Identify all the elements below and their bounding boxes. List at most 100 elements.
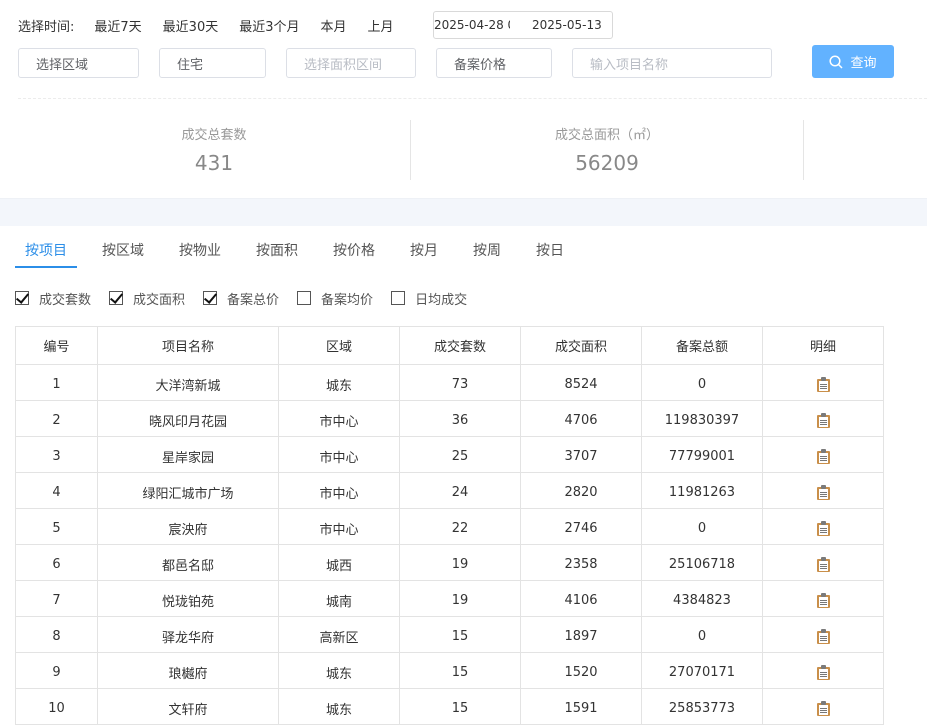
cell-area: 4706: [520, 400, 642, 437]
filter-divider: [18, 98, 927, 99]
time-filter-label: 选择时间:: [18, 19, 75, 35]
toggle-avg-price[interactable]: 备案均价: [297, 289, 373, 308]
col-header-id: 编号: [15, 326, 98, 365]
cell-region: 市中心: [278, 508, 400, 545]
tab-by-week[interactable]: 按周: [463, 240, 511, 268]
cell-detail: [762, 688, 884, 725]
clipboard-icon[interactable]: [816, 665, 830, 680]
cell-total: 77799001: [641, 436, 763, 473]
toggle-total-price[interactable]: 备案总价: [203, 289, 279, 308]
checkbox[interactable]: [297, 291, 312, 305]
tab-by-area[interactable]: 按面积: [246, 240, 308, 268]
clipboard-icon[interactable]: [816, 557, 830, 572]
tab-by-project[interactable]: 按项目: [15, 240, 77, 268]
checkbox[interactable]: [391, 291, 406, 305]
time-option-3months[interactable]: 最近3个月: [239, 16, 299, 35]
stat-divider: [803, 120, 804, 180]
tab-by-price[interactable]: 按价格: [323, 240, 385, 268]
checkbox[interactable]: [203, 291, 218, 305]
clipboard-icon[interactable]: [816, 629, 830, 644]
cell-detail: [762, 436, 884, 473]
tab-by-property[interactable]: 按物业: [169, 240, 231, 268]
table-row: 4 绿阳汇城市广场 市中心 24 2820 11981263: [15, 472, 884, 509]
clipboard-icon[interactable]: [816, 701, 830, 716]
clipboard-icon[interactable]: [816, 377, 830, 392]
cell-units: 19: [399, 580, 521, 617]
clipboard-icon[interactable]: [816, 413, 830, 428]
cell-area: 2746: [520, 508, 642, 545]
cell-total: 0: [641, 508, 763, 545]
area-range-select[interactable]: 选择面积区间: [286, 48, 416, 78]
stat-total-area-label: 成交总面积（㎡）: [554, 128, 659, 143]
search-button-label: 查询: [850, 56, 877, 71]
cell-project-name: 文轩府: [97, 688, 279, 725]
region-select[interactable]: 选择区域: [18, 48, 139, 78]
project-name-input[interactable]: 输入项目名称: [572, 48, 772, 78]
grouping-tabs: 按项目 按区域 按物业 按面积 按价格 按月 按周 按日: [15, 240, 589, 270]
tab-by-month[interactable]: 按月: [400, 240, 448, 268]
cell-id: 2: [15, 400, 98, 437]
property-type-select[interactable]: 住宅: [159, 48, 266, 78]
table-row: 9 琅樾府 城东 15 1520 27070171: [15, 652, 884, 689]
cell-detail: [762, 364, 884, 401]
checkbox[interactable]: [15, 291, 29, 305]
toggle-units-label: 成交套数: [39, 292, 92, 308]
stat-total-units-value: 431: [194, 151, 234, 175]
cell-project-name: 大洋湾新城: [97, 364, 279, 401]
toggle-total-price-label: 备案总价: [227, 292, 280, 308]
toggle-units[interactable]: 成交套数: [15, 289, 91, 308]
cell-project-name: 琅樾府: [97, 652, 279, 689]
time-option-last-month[interactable]: 上月: [368, 16, 394, 35]
cell-total: 11981263: [641, 472, 763, 509]
cell-region: 市中心: [278, 436, 400, 473]
date-start-input[interactable]: 2025-04-28 00:00: [434, 18, 510, 32]
cell-id: 4: [15, 472, 98, 509]
column-toggles: 成交套数 成交面积 备案总价 备案均价 日均成交: [15, 288, 485, 308]
cell-detail: [762, 400, 884, 437]
cell-project-name: 悦珑铂苑: [97, 580, 279, 617]
toggle-area-label: 成交面积: [133, 292, 186, 308]
cell-units: 73: [399, 364, 521, 401]
col-header-detail: 明细: [762, 326, 884, 365]
date-range-picker[interactable]: 2025-04-28 00:00 2025-05-13: [433, 11, 613, 39]
cell-region: 市中心: [278, 472, 400, 509]
toggle-daily-avg[interactable]: 日均成交: [391, 289, 467, 308]
cell-area: 1591: [520, 688, 642, 725]
table-body: 1 大洋湾新城 城东 73 8524 0 2 晓风印月花园 市中心 36 4706 119830397…: [15, 364, 884, 725]
cell-area: 2358: [520, 544, 642, 581]
cell-id: 8: [15, 616, 98, 653]
stat-total-area: 成交总面积（㎡） 56209: [411, 120, 803, 180]
cell-id: 5: [15, 508, 98, 545]
toggle-avg-price-label: 备案均价: [321, 292, 374, 308]
cell-detail: [762, 544, 884, 581]
date-end-input[interactable]: 2025-05-13: [532, 18, 602, 32]
toggle-area[interactable]: 成交面积: [109, 289, 185, 308]
col-header-units: 成交套数: [399, 326, 521, 365]
time-filter-row: 选择时间: 最近7天 最近30天 最近3个月 本月 上月: [18, 12, 415, 38]
clipboard-icon[interactable]: [816, 449, 830, 464]
stat-total-area-value: 56209: [575, 151, 639, 175]
cell-area: 2820: [520, 472, 642, 509]
cell-total: 25106718: [641, 544, 763, 581]
cell-region: 城南: [278, 580, 400, 617]
clipboard-icon[interactable]: [816, 521, 830, 536]
search-button[interactable]: 查询: [812, 45, 894, 78]
time-option-30days[interactable]: 最近30天: [163, 16, 219, 35]
price-select[interactable]: 备案价格: [436, 48, 552, 78]
tab-by-region[interactable]: 按区域: [92, 240, 154, 268]
clipboard-icon[interactable]: [816, 593, 830, 608]
cell-region: 高新区: [278, 616, 400, 653]
filter-panel: 选择时间: 最近7天 最近30天 最近3个月 本月 上月 2025-04-28 …: [0, 0, 927, 198]
time-option-this-month[interactable]: 本月: [321, 16, 347, 35]
cell-id: 7: [15, 580, 98, 617]
clipboard-icon[interactable]: [816, 485, 830, 500]
tab-by-day[interactable]: 按日: [526, 240, 574, 268]
cell-project-name: 宸泱府: [97, 508, 279, 545]
table-row: 6 都邑名邸 城西 19 2358 25106718: [15, 544, 884, 581]
table-header-row: 编号 项目名称 区域 成交套数 成交面积 备案总额 明细: [15, 326, 884, 365]
cell-units: 15: [399, 652, 521, 689]
cell-project-name: 驿龙华府: [97, 616, 279, 653]
time-option-7days[interactable]: 最近7天: [94, 16, 141, 35]
checkbox[interactable]: [109, 291, 124, 305]
cell-area: 8524: [520, 364, 642, 401]
